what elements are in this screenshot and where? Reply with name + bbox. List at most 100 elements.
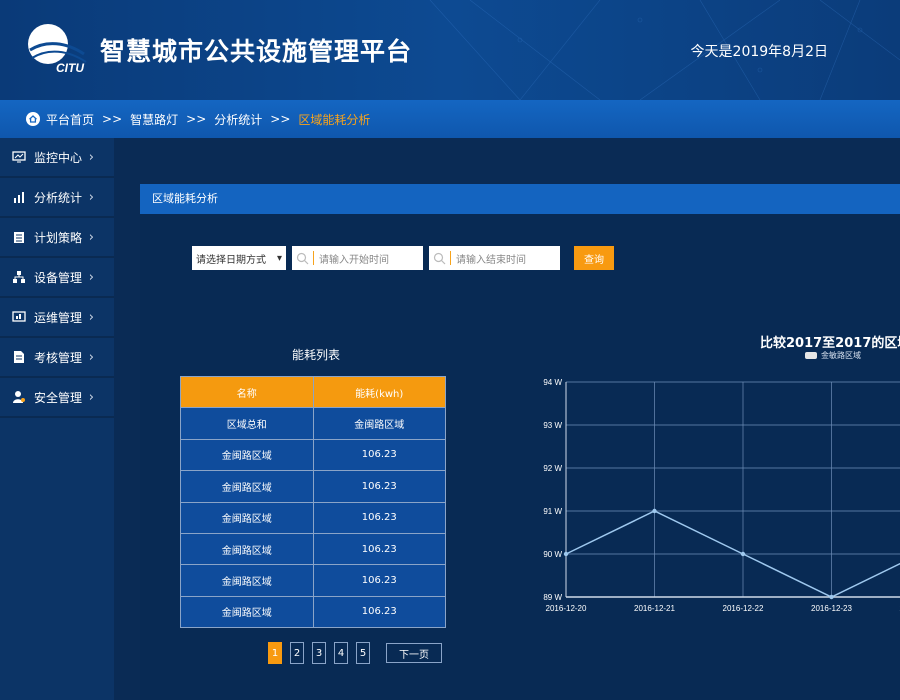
column-header: 名称 <box>180 375 314 409</box>
data-point <box>740 551 746 557</box>
table-row: 金闽路区域 106.23 <box>180 501 446 534</box>
chevron-right-icon: › <box>88 309 94 325</box>
table-cell: 106.23 <box>312 501 446 534</box>
sidebar-item-plan[interactable]: 计划策略 › <box>0 218 114 258</box>
table-row: 区域总和 金闽路区域 <box>180 407 446 440</box>
column-header: 能耗(kwh) <box>312 375 446 409</box>
input-divider <box>450 251 451 265</box>
breadcrumb-separator: >> <box>270 112 291 126</box>
energy-analysis-panel: 区域能耗分析 请选择日期方式 ▾ 请输入开始时间 请输入结束时间 查询 能耗列表 <box>140 184 900 700</box>
end-time-input[interactable]: 请输入结束时间 <box>429 246 560 270</box>
page-button-2[interactable]: 2 <box>290 642 304 664</box>
monitor-icon <box>12 151 26 163</box>
input-divider <box>313 251 314 265</box>
page-button-1[interactable]: 1 <box>268 642 282 664</box>
date-mode-select[interactable]: 请选择日期方式 ▾ <box>192 246 286 270</box>
document-icon <box>14 351 24 363</box>
table-cell: 金闽路区域 <box>180 501 314 534</box>
page-button-3[interactable]: 3 <box>312 642 326 664</box>
table-cell: 106.23 <box>312 438 446 472</box>
table-header-row: 名称 能耗(kwh) <box>180 375 446 409</box>
y-tick-label: 89 W <box>543 593 562 602</box>
current-date: 今天是2019年8月2日 <box>690 44 828 60</box>
breadcrumb-streetlight[interactable]: 智慧路灯 <box>130 111 178 128</box>
filter-bar: 请选择日期方式 ▾ 请输入开始时间 请输入结束时间 查询 <box>192 246 614 270</box>
main-content: 区域能耗分析 请选择日期方式 ▾ 请输入开始时间 请输入结束时间 查询 能耗列表 <box>114 138 900 700</box>
sidebar-item-label: 运维管理 <box>34 310 83 325</box>
app-header: CITU 智慧城市公共设施管理平台 今天是2019年8月2日 <box>0 0 900 100</box>
table-row: 金闽路区域 106.23 <box>180 595 446 629</box>
sidebar-item-maintenance[interactable]: 运维管理 › <box>0 298 114 338</box>
sidebar: 监控中心 › 分析统计 › 计划策略 › 设备管理 › 运维管理 › 考核管理 … <box>0 138 114 700</box>
table-row: 金闽路区域 106.23 <box>180 564 446 597</box>
energy-line-chart: 89 W 90 W 91 W 92 W 93 W 94 W 2016-12-20 2016-1… <box>543 378 900 613</box>
breadcrumb-separator: >> <box>186 112 207 126</box>
data-point <box>652 508 657 514</box>
table-cell: 金闽路区域 <box>180 564 314 597</box>
page-button-4[interactable]: 4 <box>334 642 348 664</box>
table-row: 金闽路区域 106.23 <box>180 470 446 503</box>
start-time-input[interactable]: 请输入开始时间 <box>292 246 423 270</box>
home-icon[interactable] <box>26 112 40 126</box>
table-cell: 金闽路区域 <box>180 470 314 503</box>
chevron-right-icon: › <box>88 149 94 165</box>
y-tick-label: 94 W <box>543 378 562 387</box>
table-title: 能耗列表 <box>292 348 341 362</box>
table-cell: 区域总和 <box>180 407 314 440</box>
sidebar-item-security[interactable]: 安全管理 › <box>0 378 114 418</box>
pagination: 1 2 3 4 5 下一页 <box>268 642 442 664</box>
app-title: 智慧城市公共设施管理平台 <box>100 37 413 66</box>
breadcrumb-separator: >> <box>102 112 123 126</box>
sidebar-item-analysis[interactable]: 分析统计 › <box>0 178 114 218</box>
start-time-placeholder: 请输入开始时间 <box>319 254 389 266</box>
caret-down-icon: ▾ <box>276 252 282 264</box>
data-point <box>563 551 569 557</box>
search-icon <box>433 252 446 264</box>
table-cell: 金闽路区域 <box>180 595 314 629</box>
sidebar-item-label: 设备管理 <box>34 270 83 285</box>
next-page-button[interactable]: 下一页 <box>386 643 442 663</box>
sidebar-item-label: 计划策略 <box>34 230 83 245</box>
sidebar-item-device[interactable]: 设备管理 › <box>0 258 114 298</box>
sidebar-item-label: 安全管理 <box>34 390 83 405</box>
screen-icon <box>12 311 26 322</box>
x-tick-label: 2016-12-23 <box>811 604 852 613</box>
svg-text:CITU: CITU <box>56 61 84 75</box>
table-cell: 106.23 <box>312 470 446 503</box>
y-tick-label: 93 W <box>543 421 562 430</box>
org-tree-icon <box>13 271 25 283</box>
search-icon <box>296 252 309 264</box>
bar-chart-icon <box>14 192 24 203</box>
table-cell: 106.23 <box>312 595 446 629</box>
x-tick-label: 2016-12-21 <box>634 604 675 613</box>
breadcrumb-home[interactable]: 平台首页 <box>46 111 94 128</box>
energy-table: 名称 能耗(kwh) 区域总和 金闽路区域 金闽路区域 106.23 金闽路区域 10… <box>180 375 446 629</box>
sidebar-item-assessment[interactable]: 考核管理 › <box>0 338 114 378</box>
sidebar-item-label: 监控中心 <box>34 150 83 165</box>
breadcrumb-current: 区域能耗分析 <box>298 112 371 127</box>
chevron-right-icon: › <box>88 349 94 365</box>
chevron-right-icon: › <box>88 269 94 285</box>
chart-legend[interactable]: 金敏路区域 <box>805 350 861 361</box>
legend-swatch <box>805 352 817 359</box>
page-button-5[interactable]: 5 <box>356 642 370 664</box>
sidebar-item-monitor[interactable]: 监控中心 › <box>0 138 114 178</box>
x-tick-label: 2016-12-20 <box>546 604 587 613</box>
breadcrumb-analysis[interactable]: 分析统计 <box>214 111 262 128</box>
table-cell: 金闽路区域 <box>312 407 446 440</box>
chevron-right-icon: › <box>88 389 94 405</box>
sidebar-item-label: 分析统计 <box>34 190 83 205</box>
chevron-right-icon: › <box>88 189 94 205</box>
y-tick-label: 92 W <box>543 464 562 473</box>
clipboard-icon <box>14 232 24 243</box>
sidebar-item-label: 考核管理 <box>34 350 83 365</box>
legend-label: 金敏路区域 <box>821 351 861 360</box>
y-tick-label: 90 W <box>543 550 562 559</box>
table-cell: 106.23 <box>312 532 446 566</box>
table-cell: 金闽路区域 <box>180 532 314 566</box>
globe-logo-icon: CITU <box>28 24 87 75</box>
query-button[interactable]: 查询 <box>574 246 614 270</box>
table-row: 金闽路区域 106.23 <box>180 532 446 566</box>
user-shield-icon <box>13 391 25 403</box>
date-mode-value: 请选择日期方式 <box>196 254 266 266</box>
